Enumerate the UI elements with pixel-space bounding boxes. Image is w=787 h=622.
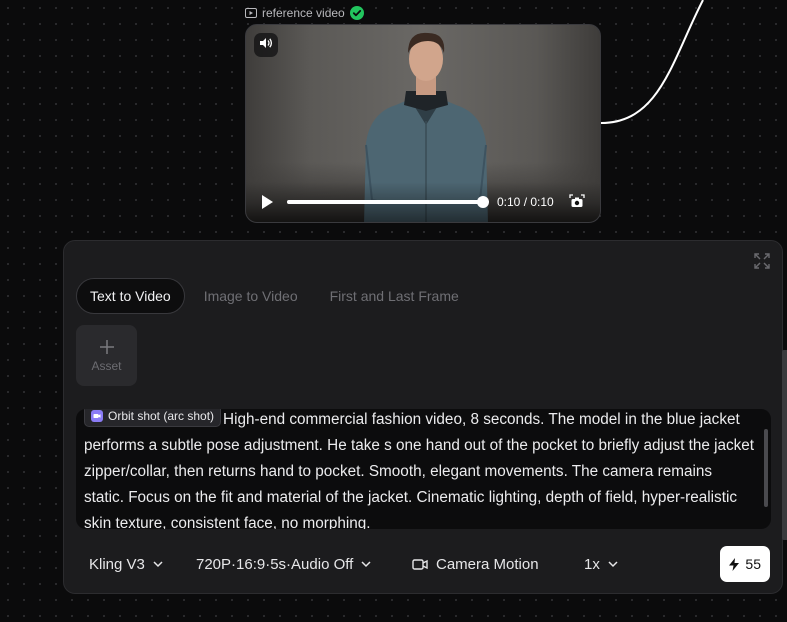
chevron-down-icon [608,560,618,568]
model-select-value: Kling V3 [89,555,145,573]
credits-cost: 55 [745,556,761,572]
camera-motion-label: Camera Motion [436,555,539,573]
chevron-down-icon [361,560,371,568]
add-asset-button[interactable]: Asset [76,325,137,386]
video-time: 0:10 / 0:10 [497,195,554,209]
video-progress-bar[interactable] [287,196,489,208]
sound-toggle-button[interactable] [254,33,278,57]
play-icon[interactable] [260,194,274,210]
tab-image-to-video[interactable]: Image to Video [191,278,311,314]
output-settings-select[interactable]: 720P·16:9·5s·Audio Off [196,546,371,582]
prompt-scrollbar[interactable] [764,429,768,507]
prompt-text-content: Orbit shot (arc shot) High-end commercia… [84,409,756,529]
camera-shot-chip[interactable]: Orbit shot (arc shot) [84,409,222,427]
tab-text-to-video[interactable]: Text to Video [76,278,185,314]
reference-video-title: reference video [262,6,345,20]
speaker-icon [259,36,273,54]
output-settings-value: 720P·16:9·5s·Audio Off [196,555,354,573]
video-progress-handle[interactable] [477,196,489,208]
prompt-text: High-end commercial fashion video, 8 sec… [84,411,755,529]
asset-label: Asset [91,358,122,373]
generation-toolbar: Kling V3 720P·16:9·5s·Audio Off Camera M… [64,546,782,582]
model-select[interactable]: Kling V3 [89,546,163,582]
chevron-down-icon [153,560,163,568]
snapshot-icon[interactable] [569,193,585,209]
video-controls: 0:10 / 0:10 [246,182,600,222]
count-select-value: 1x [584,555,600,573]
camera-motion-icon [412,557,428,571]
camera-motion-button[interactable]: Camera Motion [412,546,539,582]
camera-shot-chip-label: Orbit shot (arc shot) [108,409,215,423]
camera-motion-icon [91,410,103,422]
reference-video-label: reference video [245,4,364,22]
video-icon [245,8,257,18]
plus-icon [99,339,115,355]
generate-button[interactable]: 55 [720,546,770,582]
adjacent-node-edge [782,350,787,540]
video-progress-fill [287,200,483,204]
count-select[interactable]: 1x [584,546,618,582]
prompt-input[interactable]: Orbit shot (arc shot) High-end commercia… [76,409,771,529]
mode-tabs: Text to Video Image to Video First and L… [76,278,478,314]
check-icon [349,6,364,20]
bolt-icon [729,557,740,571]
expand-icon[interactable] [754,253,770,269]
generation-panel: Text to Video Image to Video First and L… [63,240,783,594]
tab-first-and-last-frame[interactable]: First and Last Frame [317,278,472,314]
reference-video-player[interactable]: 0:10 / 0:10 [245,24,601,223]
